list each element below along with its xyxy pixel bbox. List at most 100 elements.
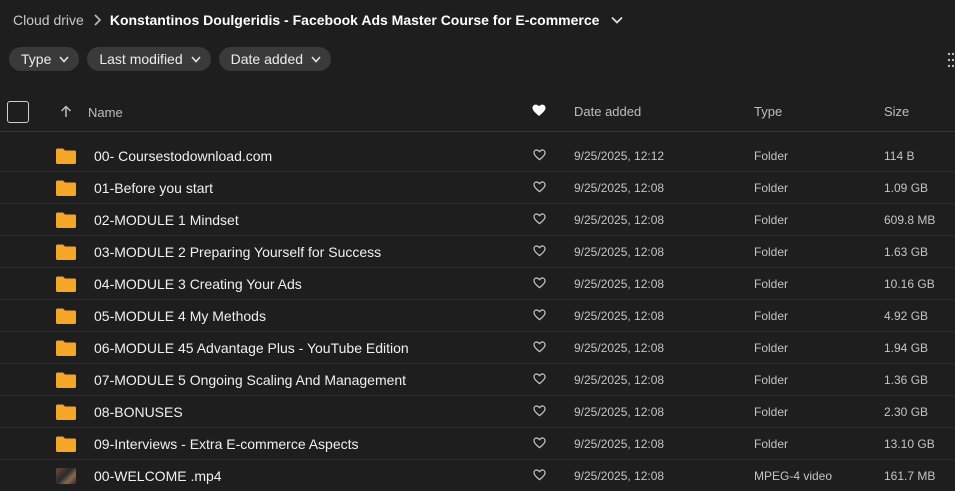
row-size: 1.36 GB <box>884 373 929 387</box>
row-date-added: 9/25/2025, 12:08 <box>574 277 665 291</box>
heart-outline-icon[interactable] <box>533 149 546 161</box>
row-type: Folder <box>754 181 789 195</box>
heart-outline-icon[interactable] <box>533 309 546 321</box>
row-date-added: 9/25/2025, 12:08 <box>574 405 665 419</box>
breadcrumb-root-link[interactable]: Cloud drive <box>13 12 84 28</box>
heart-outline-icon[interactable] <box>533 469 546 481</box>
row-type: MPEG-4 video <box>754 469 833 483</box>
row-size: 2.30 GB <box>884 405 929 419</box>
filter-type-button[interactable]: Type <box>9 47 80 71</box>
row-name: 02-MODULE 1 Mindset <box>94 212 239 228</box>
heart-outline-icon[interactable] <box>533 245 546 257</box>
row-size: 1.63 GB <box>884 245 929 259</box>
heart-outline-icon[interactable] <box>533 277 546 289</box>
row-name: 01-Before you start <box>94 180 214 196</box>
row-size: 10.16 GB <box>884 277 935 291</box>
heart-filled-icon[interactable] <box>532 104 546 117</box>
row-name: 05-MODULE 4 My Methods <box>94 308 266 324</box>
row-size: 609.8 MB <box>884 213 936 227</box>
row-type: Folder <box>754 341 789 355</box>
chevron-down-icon <box>311 55 321 63</box>
column-header-name[interactable]: Name <box>88 105 123 120</box>
table-row[interactable]: 00- Coursestodownload.com 9/25/2025, 12:… <box>0 140 955 172</box>
breadcrumb-current-folder[interactable]: Konstantinos Doulgeridis - Facebook Ads … <box>110 12 600 28</box>
more-options-icon[interactable] <box>947 51 955 69</box>
filter-type-label: Type <box>21 51 52 67</box>
row-type: Folder <box>754 245 789 259</box>
row-type: Folder <box>754 277 789 291</box>
folder-icon <box>56 308 76 324</box>
table-row[interactable]: 08-BONUSES 9/25/2025, 12:08 Folder 2.30 … <box>0 396 955 428</box>
folder-icon <box>56 276 76 292</box>
row-type: Folder <box>754 405 789 419</box>
heart-outline-icon[interactable] <box>533 437 546 449</box>
row-size: 161.7 MB <box>884 469 936 483</box>
row-size: 114 B <box>884 149 915 163</box>
row-date-added: 9/25/2025, 12:08 <box>574 373 665 387</box>
heart-outline-icon[interactable] <box>533 373 546 385</box>
row-name: 00- Coursestodownload.com <box>94 148 273 164</box>
table-row[interactable]: 05-MODULE 4 My Methods 9/25/2025, 12:08 … <box>0 300 955 332</box>
row-date-added: 9/25/2025, 12:08 <box>574 469 665 483</box>
row-name: 06-MODULE 45 Advantage Plus - YouTube Ed… <box>94 340 409 356</box>
chevron-down-icon <box>191 55 201 63</box>
heart-outline-icon[interactable] <box>533 181 546 193</box>
table-row[interactable]: 07-MODULE 5 Ongoing Scaling And Manageme… <box>0 364 955 396</box>
heart-outline-icon[interactable] <box>533 341 546 353</box>
column-header-date-added[interactable]: Date added <box>574 104 641 119</box>
table-row[interactable]: 06-MODULE 45 Advantage Plus - YouTube Ed… <box>0 332 955 364</box>
filter-last-modified-label: Last modified <box>99 51 183 67</box>
folder-icon <box>56 212 76 228</box>
folder-icon <box>56 372 76 388</box>
row-date-added: 9/25/2025, 12:08 <box>574 181 665 195</box>
row-name: 03-MODULE 2 Preparing Yourself for Succe… <box>94 244 382 260</box>
chevron-down-icon[interactable] <box>611 16 624 24</box>
heart-outline-icon[interactable] <box>533 213 546 225</box>
row-type: Folder <box>754 309 789 323</box>
table-row[interactable]: 03-MODULE 2 Preparing Yourself for Succe… <box>0 236 955 268</box>
row-type: Folder <box>754 149 789 163</box>
row-date-added: 9/25/2025, 12:12 <box>574 149 665 163</box>
folder-icon <box>56 436 76 452</box>
filter-bar: Type Last modified Date added <box>9 47 332 71</box>
row-date-added: 9/25/2025, 12:08 <box>574 245 665 259</box>
heart-outline-icon[interactable] <box>533 405 546 417</box>
row-type: Folder <box>754 437 789 451</box>
table-row[interactable]: 01-Before you start 9/25/2025, 12:08 Fol… <box>0 172 955 204</box>
folder-icon <box>56 180 76 196</box>
row-size: 13.10 GB <box>884 437 935 451</box>
row-name: 00-WELCOME .mp4 <box>94 468 222 484</box>
file-list: 00- Coursestodownload.com 9/25/2025, 12:… <box>0 140 955 491</box>
row-size: 4.92 GB <box>884 309 929 323</box>
row-size: 1.94 GB <box>884 341 929 355</box>
row-date-added: 9/25/2025, 12:08 <box>574 437 665 451</box>
filter-date-added-label: Date added <box>230 51 304 67</box>
row-name: 09-Interviews - Extra E-commerce Aspects <box>94 436 359 452</box>
chevron-down-icon <box>59 55 69 63</box>
filter-date-added-button[interactable]: Date added <box>218 47 332 71</box>
video-thumbnail <box>56 468 76 484</box>
folder-icon <box>56 404 76 420</box>
breadcrumb: Cloud drive Konstantinos Doulgeridis - F… <box>0 0 624 40</box>
table-row[interactable]: 00-WELCOME .mp4 9/25/2025, 12:08 MPEG-4 … <box>0 460 955 491</box>
column-header-type[interactable]: Type <box>754 104 782 119</box>
row-type: Folder <box>754 213 789 227</box>
row-name: 08-BONUSES <box>94 404 183 420</box>
sort-ascending-icon[interactable] <box>60 105 72 118</box>
row-date-added: 9/25/2025, 12:08 <box>574 213 665 227</box>
folder-icon <box>56 244 76 260</box>
row-name: 04-MODULE 3 Creating Your Ads <box>94 276 302 292</box>
table-row[interactable]: 02-MODULE 1 Mindset 9/25/2025, 12:08 Fol… <box>0 204 955 236</box>
row-name: 07-MODULE 5 Ongoing Scaling And Manageme… <box>94 372 407 388</box>
row-date-added: 9/25/2025, 12:08 <box>574 341 665 355</box>
select-all-checkbox[interactable] <box>7 101 29 123</box>
folder-icon <box>56 340 76 356</box>
row-date-added: 9/25/2025, 12:08 <box>574 309 665 323</box>
filter-last-modified-button[interactable]: Last modified <box>87 47 211 71</box>
folder-icon <box>56 148 76 164</box>
table-row[interactable]: 04-MODULE 3 Creating Your Ads 9/25/2025,… <box>0 268 955 300</box>
table-header: Name Date added Type Size <box>0 92 955 132</box>
row-size: 1.09 GB <box>884 181 929 195</box>
column-header-size[interactable]: Size <box>884 104 909 119</box>
table-row[interactable]: 09-Interviews - Extra E-commerce Aspects… <box>0 428 955 460</box>
